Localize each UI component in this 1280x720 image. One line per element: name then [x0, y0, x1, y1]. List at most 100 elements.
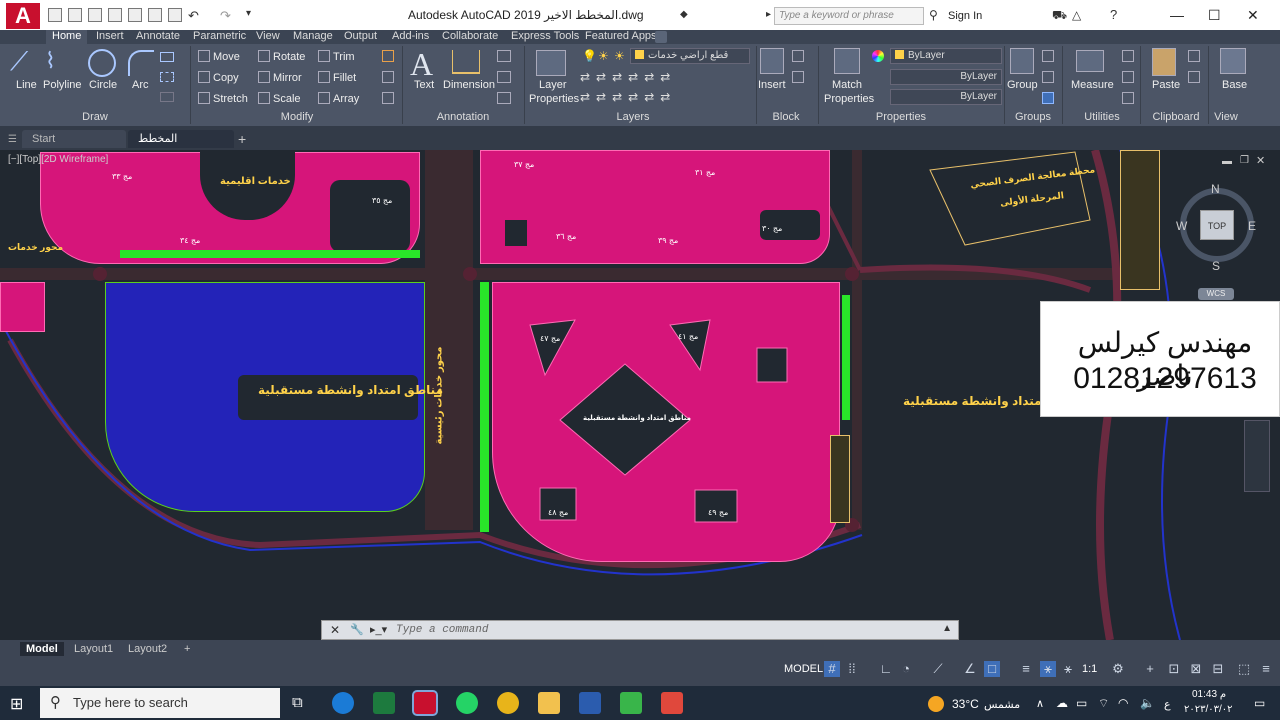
open-web-icon[interactable] [128, 8, 142, 22]
match-properties-label-2[interactable]: Properties [824, 93, 874, 105]
undo-icon[interactable]: ↶ [188, 8, 199, 24]
group-button[interactable]: Group [1007, 79, 1038, 91]
input-language[interactable]: ع [1164, 698, 1171, 711]
share-icon[interactable]: ◆ [680, 9, 688, 20]
whatsapp-icon[interactable] [456, 692, 478, 714]
layers-panel-title[interactable]: Layers [598, 111, 668, 125]
scale-button[interactable]: Scale [258, 92, 301, 105]
edit-block-icon[interactable] [792, 71, 804, 83]
quick-properties-icon[interactable]: ⊠ [1188, 661, 1204, 677]
annotation-panel-title[interactable]: Annotation [428, 111, 498, 125]
viewport-restore-icon[interactable]: ❐ [1240, 155, 1249, 166]
cart-icon[interactable]: ⛟ [1052, 8, 1067, 24]
table-icon[interactable] [497, 92, 511, 104]
minimize-button[interactable]: — [1170, 7, 1184, 23]
line-button[interactable]: Line [16, 79, 37, 91]
dimension-button[interactable]: Dimension [443, 79, 495, 91]
osnap-icon[interactable]: □ [984, 661, 1000, 677]
excel-icon[interactable] [373, 692, 395, 714]
tab-layout2[interactable]: Layout2 [122, 642, 173, 656]
help-icon[interactable]: ? [1110, 7, 1117, 22]
measure-button[interactable]: Measure [1071, 79, 1114, 91]
maximize-button[interactable]: ☐ [1208, 7, 1221, 24]
copy-button[interactable]: Copy [198, 71, 239, 84]
tray-chevron-icon[interactable]: ∧ [1036, 697, 1044, 710]
battery-icon[interactable]: ▭ [1076, 696, 1087, 710]
viewport-close-icon[interactable]: ✕ [1256, 154, 1265, 167]
weather-temperature[interactable]: 33°C [952, 697, 979, 711]
compass-south[interactable]: S [1212, 259, 1220, 273]
insert-button[interactable]: Insert [758, 79, 786, 91]
model-space-indicator[interactable]: MODEL [784, 663, 823, 675]
layer-on-icon[interactable]: 💡 [582, 49, 597, 63]
hatch-icon[interactable] [160, 72, 174, 82]
layer-properties-label[interactable]: Layer [539, 79, 567, 91]
tab-add-ins[interactable]: Add-ins [386, 30, 435, 44]
new-tab-button[interactable]: + [238, 131, 246, 147]
properties-panel-title[interactable]: Properties [866, 111, 936, 125]
linetype-dropdown[interactable]: ByLayer [890, 69, 1002, 85]
close-button[interactable]: ✕ [1247, 7, 1259, 24]
match-properties-label[interactable]: Match [832, 79, 862, 91]
tab-start[interactable]: Start [22, 130, 126, 148]
weather-condition[interactable]: مشمس [984, 698, 1020, 711]
tab-model[interactable]: Model [20, 642, 64, 656]
select-all-icon[interactable] [1122, 71, 1134, 83]
dimension-icon[interactable] [452, 50, 480, 74]
wifi-icon[interactable]: ◠ [1118, 696, 1128, 710]
rotate-button[interactable]: Rotate [258, 50, 305, 63]
create-block-icon[interactable] [792, 50, 804, 62]
polyline-button[interactable]: Polyline [43, 79, 82, 91]
binoculars-icon[interactable]: ⚲ [929, 8, 938, 22]
open-file-icon[interactable] [68, 8, 82, 22]
draw-more-icon[interactable] [160, 92, 174, 102]
redo-icon[interactable]: ↷ [220, 8, 231, 24]
measure-icon[interactable] [1076, 50, 1104, 72]
text-button[interactable]: Text [414, 79, 434, 91]
layer-tools-row-1[interactable]: ⇄⇄⇄⇄⇄⇄ [580, 70, 750, 84]
annotation-monitor-icon[interactable]: + [1142, 661, 1158, 677]
isolate-icon[interactable]: ⊟ [1210, 661, 1226, 677]
view-panel-title[interactable]: View [1206, 111, 1246, 125]
save-as-icon[interactable] [108, 8, 122, 22]
plot-icon[interactable] [168, 8, 182, 22]
save-web-icon[interactable] [148, 8, 162, 22]
viewcube[interactable]: TOP N S W E [1176, 182, 1256, 273]
copy-clip-icon[interactable] [1188, 71, 1200, 83]
color-dropdown[interactable]: ByLayer [890, 48, 1002, 64]
layer-dropdown[interactable]: قطع اراضي خدمات [630, 48, 750, 64]
search-expand-icon[interactable]: ▸ [766, 9, 771, 20]
navigation-bar[interactable] [1244, 420, 1270, 492]
arc-icon[interactable] [128, 50, 154, 76]
file-explorer-icon[interactable] [538, 692, 560, 714]
base-view-icon[interactable] [1220, 48, 1246, 74]
taskbar-search-box[interactable]: ⚲ Type here to search [40, 688, 280, 718]
add-layout-button[interactable]: + [178, 642, 196, 656]
fillet-button[interactable]: Fillet [318, 71, 356, 84]
layer-lock-icon[interactable]: ☀ [614, 49, 625, 63]
recent-commands-icon[interactable]: ▸_▾ [370, 623, 387, 636]
command-input[interactable]: Type a command [396, 624, 488, 636]
new-file-icon[interactable] [48, 8, 62, 22]
arc-button[interactable]: Arc [132, 79, 149, 91]
tab-express-tools[interactable]: Express Tools [505, 30, 585, 44]
tab-featured-apps[interactable]: Featured Apps [579, 30, 663, 44]
customize-icon[interactable]: 🔧 [350, 623, 364, 636]
compass-east[interactable]: E [1248, 219, 1256, 233]
text-icon[interactable]: A [410, 46, 433, 83]
close-command-icon[interactable]: ✕ [330, 623, 340, 637]
workspace-gear-icon[interactable]: ⚙ [1110, 661, 1126, 677]
circle-icon[interactable] [88, 49, 116, 77]
array-button[interactable]: Array [318, 92, 359, 105]
command-history-icon[interactable]: ▲ [942, 623, 952, 634]
tab-collaborate[interactable]: Collaborate [436, 30, 504, 44]
clock-time[interactable]: 01:43 م [1192, 689, 1226, 700]
tab-insert[interactable]: Insert [90, 30, 130, 44]
grid-icon[interactable]: # [824, 661, 840, 677]
layer-tools-row-2[interactable]: ⇄⇄⇄⇄⇄⇄ [580, 90, 750, 104]
network-icon[interactable]: ⌔ [1098, 696, 1109, 711]
group-icon[interactable] [1010, 48, 1034, 74]
lineweight-dropdown[interactable]: ByLayer [890, 89, 1002, 105]
file-tabs-menu-icon[interactable]: ☰ [8, 134, 17, 145]
explode-icon[interactable] [382, 71, 394, 83]
